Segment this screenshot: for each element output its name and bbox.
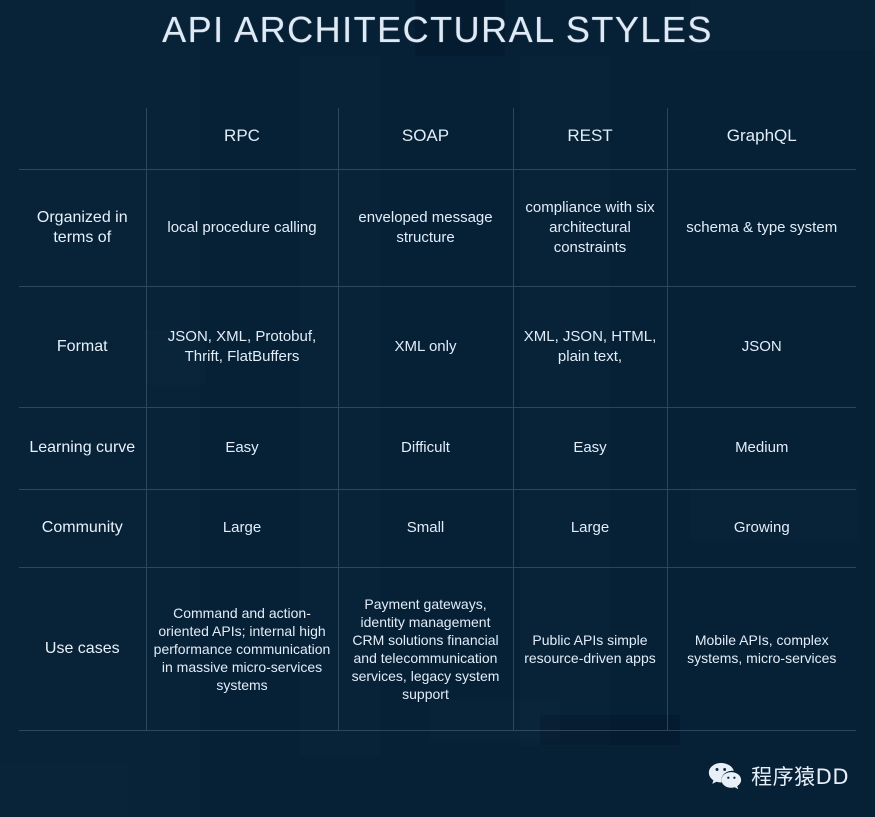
cell-organized-graphql: schema & type system [666, 169, 856, 287]
cell-format-rest: XML, JSON, HTML, plain text, [512, 286, 667, 408]
cell-community-rest: Large [512, 489, 667, 568]
cell-format-rpc: JSON, XML, Protobuf, Thrift, FlatBuffers [145, 286, 338, 408]
column-header-rest: REST [512, 108, 667, 170]
cell-usecases-soap: Payment gateways, identity management CR… [337, 567, 513, 731]
row-label-learning-curve: Learning curve [19, 407, 146, 490]
cell-learning-rpc: Easy [145, 407, 338, 490]
column-header-graphql: GraphQL [666, 108, 856, 170]
cell-usecases-graphql: Mobile APIs, complex systems, micro-serv… [666, 567, 856, 731]
row-label-use-cases: Use cases [19, 567, 146, 731]
cell-learning-soap: Difficult [337, 407, 513, 490]
cell-usecases-rpc: Command and action-oriented APIs; intern… [145, 567, 338, 731]
cell-community-graphql: Growing [666, 489, 856, 568]
cell-community-rpc: Large [145, 489, 338, 568]
cell-organized-soap: enveloped message structure [337, 169, 513, 287]
table-row: Format JSON, XML, Protobuf, Thrift, Flat… [19, 286, 856, 408]
cell-learning-rest: Easy [512, 407, 667, 490]
cell-organized-rest: compliance with six architectural constr… [512, 169, 667, 287]
api-comparison-table: RPC SOAP REST GraphQL Organized in terms… [19, 108, 856, 731]
column-header-soap: SOAP [337, 108, 513, 170]
cell-usecases-rest: Public APIs simple resource-driven apps [512, 567, 667, 731]
page-title: API ARCHITECTURAL STYLES [162, 9, 713, 50]
row-label-community: Community [19, 489, 146, 568]
slide-root: API ARCHITECTURAL STYLES RPC SOAP REST G… [0, 0, 875, 817]
cell-learning-graphql: Medium [666, 407, 856, 490]
cell-format-graphql: JSON [666, 286, 856, 408]
row-label-format: Format [19, 286, 146, 408]
cell-organized-rpc: local procedure calling [145, 169, 338, 287]
watermark-label: 程序猿DD [751, 765, 849, 789]
watermark: 程序猿DD [708, 761, 849, 791]
wechat-icon [708, 762, 742, 790]
column-header-rpc: RPC [145, 108, 338, 170]
table-corner-cell [19, 108, 146, 170]
comparison-table-wrapper: RPC SOAP REST GraphQL Organized in terms… [19, 108, 856, 731]
table-header-row: RPC SOAP REST GraphQL [19, 108, 856, 170]
row-label-organized: Organized in terms of [19, 169, 146, 287]
table-row: Learning curve Easy Difficult Easy Mediu… [19, 407, 856, 490]
cell-format-soap: XML only [337, 286, 513, 408]
cell-community-soap: Small [337, 489, 513, 568]
table-row: Use cases Command and action-oriented AP… [19, 567, 856, 731]
table-row: Organized in terms of local procedure ca… [19, 169, 856, 287]
table-row: Community Large Small Large Growing [19, 489, 856, 568]
